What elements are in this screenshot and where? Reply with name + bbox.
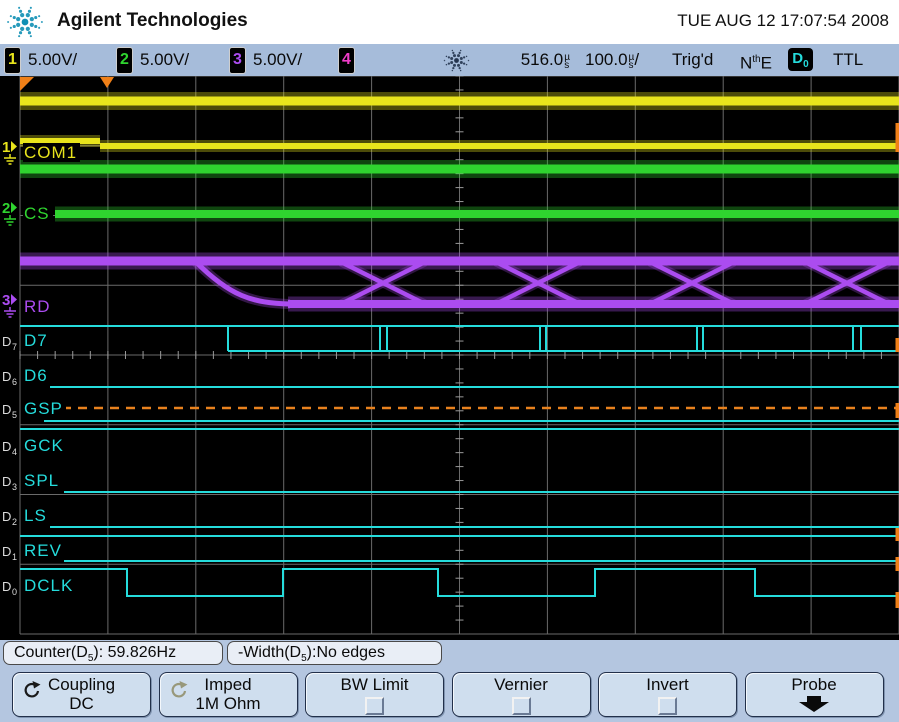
channel-2-indicator[interactable]: 2: [116, 47, 133, 74]
digital-d7-marker: D: [2, 334, 11, 349]
softkey-bw-limit-label: BW Limit: [306, 675, 443, 695]
oscilloscope-screen: Agilent Technologies TUE AUG 12 17:07:54…: [0, 0, 899, 722]
svg-text:4: 4: [12, 447, 17, 457]
right-edge-marker: [896, 403, 899, 418]
status-bar: 15.00V/25.00V/35.00V/4 516.0µs 100.0µs/ …: [0, 44, 899, 76]
softkey-bw-limit-checkbox-icon[interactable]: [365, 697, 384, 715]
svg-text:1: 1: [12, 552, 17, 562]
channel-2-marker-arrow: [11, 202, 17, 213]
softkey-probe[interactable]: Probe: [745, 672, 884, 717]
channel-2-scale: 5.00V/: [140, 44, 189, 75]
brand-title: Agilent Technologies: [57, 10, 248, 32]
channel-3-marker-arrow: [11, 294, 17, 305]
softkey-invert-checkbox-icon[interactable]: [658, 697, 677, 715]
ch2-low-band: [55, 210, 899, 218]
ch3-top-band: [20, 257, 899, 266]
ch2-top-band: [20, 165, 899, 174]
ch1-top-band: [20, 97, 899, 106]
digital-label-d7: D7: [23, 331, 51, 350]
svg-text:7: 7: [12, 342, 17, 352]
digital-label-rev: REV: [23, 541, 65, 560]
channel-4-indicator[interactable]: 4: [338, 47, 355, 74]
softkey-coupling[interactable]: CouplingDC: [12, 672, 151, 717]
measurement-bar: Counter(D5): 59.826Hz -Width(D5):No edge…: [0, 640, 899, 667]
svg-text:6: 6: [12, 377, 17, 387]
left-edge-marker: [20, 77, 34, 91]
waveform-display: 123D7D6D5D4D3D2D1D0 COM1CSRDD7D6GSPGCKSP…: [0, 76, 899, 640]
right-edge-marker: [896, 592, 899, 608]
svg-text:3: 3: [12, 482, 17, 492]
acquisition-spark-icon: [443, 47, 470, 79]
svg-text:5: 5: [12, 410, 17, 420]
digital-d6-marker: D: [2, 369, 11, 384]
digital-d2-marker: D: [2, 509, 11, 524]
right-edge-marker: [896, 557, 899, 571]
channel-2-marker: 2: [2, 200, 10, 217]
trigger-mode: NthE: [740, 44, 772, 79]
svg-text:2: 2: [12, 517, 17, 527]
digital-label-gsp: GSP: [23, 399, 66, 418]
softkey-vernier-label: Vernier: [453, 675, 590, 695]
analog-label-cs: CS: [23, 204, 53, 223]
digital-d3-marker: D: [2, 474, 11, 489]
counter-measurement[interactable]: Counter(D5): 59.826Hz: [3, 641, 223, 665]
softkey-bar: CouplingDCImped1M Ohm BW Limit Vernier Inve…: [0, 667, 899, 722]
delay-readout: 516.0µs: [490, 44, 570, 75]
top-bar: Agilent Technologies TUE AUG 12 17:07:54…: [0, 0, 899, 44]
channel-1-indicator[interactable]: 1: [4, 47, 21, 74]
digital-d0-marker: D: [2, 579, 11, 594]
channel-3-scale: 5.00V/: [253, 44, 302, 75]
channel-3-marker: 3: [2, 292, 10, 309]
cycle-arrow-icon: [169, 680, 189, 700]
right-edge-marker: [896, 338, 899, 352]
softkey-invert[interactable]: Invert: [598, 672, 737, 717]
datetime: TUE AUG 12 17:07:54 2008: [677, 11, 889, 31]
trigger-level: TTL: [833, 44, 863, 75]
timebase-readout: 100.0µs/: [585, 44, 639, 75]
digital-d4-marker: D: [2, 439, 11, 454]
analog-label-com1: COM1: [23, 143, 80, 162]
ch1-mid-band: [100, 143, 899, 149]
trigger-position-marker: [100, 77, 114, 88]
channel-1-scale: 5.00V/: [28, 44, 77, 75]
down-arrow-icon: [794, 696, 834, 712]
waveform-canvas: 123D7D6D5D4D3D2D1D0: [0, 76, 899, 640]
digital-label-d6: D6: [23, 366, 51, 385]
digital-d1-marker: D: [2, 544, 11, 559]
right-edge-marker: [896, 123, 899, 152]
cycle-arrow-icon: [22, 680, 42, 700]
digital-label-dclk: DCLK: [23, 576, 76, 595]
softkey-probe-label: Probe: [746, 675, 883, 695]
digital-label-ls: LS: [23, 506, 50, 525]
trigger-source-badge[interactable]: D0: [788, 48, 813, 71]
softkey-invert-label: Invert: [599, 675, 736, 695]
right-edge-marker: [896, 528, 899, 541]
digital-d5-marker: D: [2, 402, 11, 417]
softkey-imped[interactable]: Imped1M Ohm: [159, 672, 298, 717]
softkey-vernier-checkbox-icon[interactable]: [512, 697, 531, 715]
digital-label-spl: SPL: [23, 471, 62, 490]
channel-1-marker-arrow: [11, 141, 17, 152]
trigger-status: Trig'd: [672, 44, 713, 75]
analog-label-rd: RD: [23, 297, 54, 316]
channel-3-indicator[interactable]: 3: [229, 47, 246, 74]
delay-unit: µs: [564, 54, 570, 70]
softkey-bw-limit[interactable]: BW Limit: [305, 672, 444, 717]
channel-1-marker: 1: [2, 139, 10, 156]
digital-label-gck: GCK: [23, 436, 67, 455]
width-measurement[interactable]: -Width(D5):No edges: [227, 641, 442, 665]
agilent-logo-spark-icon: [6, 3, 44, 46]
softkey-vernier[interactable]: Vernier: [452, 672, 591, 717]
svg-text:0: 0: [12, 587, 17, 597]
